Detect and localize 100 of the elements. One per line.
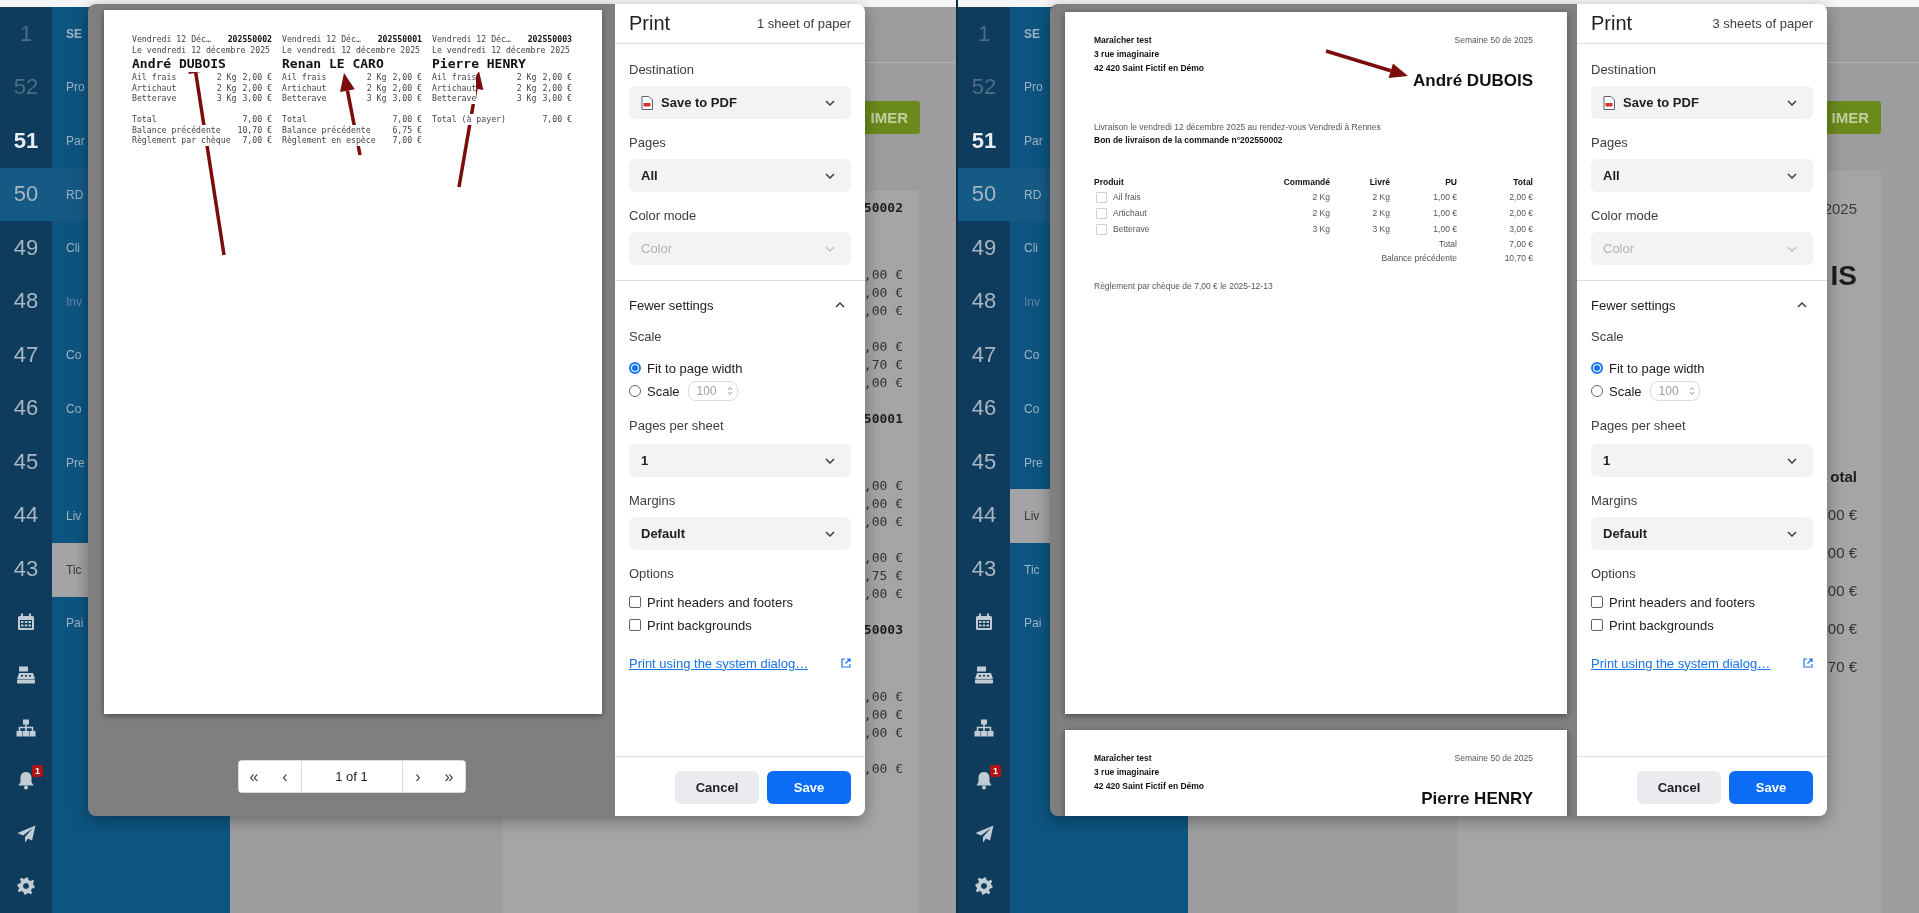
field-label: Scale xyxy=(629,329,663,345)
table-cell-text: 1,00 € xyxy=(1432,207,1457,220)
table-cell-text: 2,00 € xyxy=(1508,207,1533,220)
week-item[interactable]: 47 xyxy=(958,328,1010,382)
product-name: Ail frais xyxy=(282,72,327,83)
week-item[interactable]: 48 xyxy=(958,274,1010,328)
amount: 3,00 € xyxy=(242,93,272,104)
week-item[interactable]: 44 xyxy=(0,488,52,542)
checkbox-label: Print headers and footers xyxy=(1609,594,1755,610)
table-cell-text: 2 Kg xyxy=(1371,207,1390,220)
week-item[interactable]: 43 xyxy=(0,542,52,596)
system-dialog-link[interactable]: Print using the system dialog… xyxy=(1591,655,1771,671)
week-item[interactable]: 51 xyxy=(958,114,1010,168)
cash-register-icon[interactable] xyxy=(16,665,36,684)
week-item[interactable]: 50 xyxy=(958,167,1010,221)
chevron-down-icon xyxy=(825,457,835,464)
summary-value: 10,70 € xyxy=(1503,252,1533,265)
checkbox[interactable] xyxy=(629,596,641,608)
paper-plane-icon[interactable] xyxy=(974,824,994,843)
calendar-icon[interactable] xyxy=(17,612,35,631)
summary-value: 7,00 € xyxy=(1508,238,1533,251)
customer-name: André DUBOIS xyxy=(1413,71,1533,91)
cancel-button[interactable]: Cancel xyxy=(1637,771,1721,804)
amount: 7,00 € xyxy=(242,114,272,125)
settings-icon[interactable] xyxy=(975,877,993,896)
external-link-icon xyxy=(841,658,851,668)
checkbox[interactable] xyxy=(1591,619,1603,631)
radio-button[interactable] xyxy=(1591,362,1603,374)
amount: 3,00 € xyxy=(392,93,422,104)
checkbox-label: Print headers and footers xyxy=(647,594,793,610)
system-dialog-link[interactable]: Print using the system dialog… xyxy=(629,655,809,671)
company-line: 3 rue imaginaire xyxy=(1094,766,1161,779)
checkbox[interactable] xyxy=(1591,596,1603,608)
week-item[interactable]: 46 xyxy=(0,381,52,435)
pages-select[interactable]: All xyxy=(1591,159,1813,192)
week-item[interactable]: 51 xyxy=(0,114,52,168)
company-line: 3 rue imaginaire xyxy=(1094,48,1161,61)
week-item[interactable]: 46 xyxy=(958,381,1010,435)
field-label: Color mode xyxy=(1591,208,1660,224)
pages-per-sheet-select[interactable]: 1 xyxy=(1591,444,1813,477)
settings-icon[interactable] xyxy=(17,877,35,896)
order-number: 202550001 xyxy=(377,34,422,45)
product-name: Artichaut xyxy=(282,82,327,93)
total-label: Total (à payer) xyxy=(432,114,506,125)
dialog-title: Print xyxy=(1591,12,1633,35)
calendar-icon[interactable] xyxy=(975,612,993,631)
week-item[interactable]: 43 xyxy=(958,542,1010,596)
product-name: Betterave xyxy=(1113,223,1150,236)
quantity: 3 Kg xyxy=(216,93,237,104)
customer-name: Pierre HENRY xyxy=(1421,789,1533,809)
field-label: Destination xyxy=(629,62,696,78)
week-item[interactable]: 49 xyxy=(0,221,52,275)
product-name: Ail frais xyxy=(1113,191,1141,204)
ticket-date: Vendredi 12 Déc… xyxy=(282,34,361,45)
week-item[interactable]: 47 xyxy=(0,328,52,382)
save-button[interactable]: Save xyxy=(767,771,851,804)
product-name: Betterave xyxy=(132,93,177,104)
paper-plane-icon[interactable] xyxy=(16,824,36,843)
week-label: Semaine 50 de 2025 xyxy=(1454,34,1533,47)
external-link-icon xyxy=(1803,658,1813,668)
table-cell-text: 2,00 € xyxy=(1508,191,1533,204)
cancel-button[interactable]: Cancel xyxy=(675,771,759,804)
save-button[interactable]: Save xyxy=(1729,771,1813,804)
sitemap-icon[interactable] xyxy=(16,718,36,737)
week-item[interactable]: 45 xyxy=(958,435,1010,489)
sitemap-icon[interactable] xyxy=(974,718,994,737)
chevron-down-icon xyxy=(825,245,835,252)
week-item[interactable]: 50 xyxy=(0,167,52,221)
settings-toggle[interactable]: Fewer settings xyxy=(629,296,851,314)
checkbox-label: Print backgrounds xyxy=(1609,617,1714,633)
product-name: Ail frais xyxy=(432,72,477,83)
settings-toggle[interactable]: Fewer settings xyxy=(1591,296,1813,314)
radio-button[interactable] xyxy=(629,362,641,374)
pages-per-sheet-select[interactable]: 1 xyxy=(629,444,851,477)
margins-select[interactable]: Default xyxy=(629,517,851,550)
bell-icon[interactable] xyxy=(975,771,993,791)
order-number: 50002 xyxy=(863,199,903,217)
week-item[interactable]: 48 xyxy=(0,274,52,328)
sheet-count: 1 sheet of paper xyxy=(757,16,851,31)
order-number: 50003 xyxy=(863,621,903,639)
radio-label: Fit to page width xyxy=(1609,360,1705,376)
week-item[interactable]: 44 xyxy=(958,488,1010,542)
table-cell-text: 1,00 € xyxy=(1432,191,1457,204)
amount: ,00 € xyxy=(863,374,903,392)
page-indicator: 1 of 1 xyxy=(300,761,403,792)
destination-select[interactable]: Save to PDF xyxy=(629,86,851,119)
amount: 2,00 € xyxy=(242,72,272,83)
week-item[interactable]: 45 xyxy=(0,435,52,489)
week-item[interactable]: 49 xyxy=(958,221,1010,275)
amount: 7,00 € xyxy=(542,114,572,125)
bell-icon[interactable] xyxy=(17,771,35,791)
destination-select[interactable]: Save to PDF xyxy=(1591,86,1813,119)
notification-badge: 1 xyxy=(990,765,1001,778)
total-label: Balance précédente xyxy=(132,124,221,135)
margins-select[interactable]: Default xyxy=(1591,517,1813,550)
checkbox[interactable] xyxy=(629,619,641,631)
column-header: Produit xyxy=(1094,176,1125,189)
field-label: Options xyxy=(629,566,675,582)
pages-select[interactable]: All xyxy=(629,159,851,192)
cash-register-icon[interactable] xyxy=(974,665,994,684)
